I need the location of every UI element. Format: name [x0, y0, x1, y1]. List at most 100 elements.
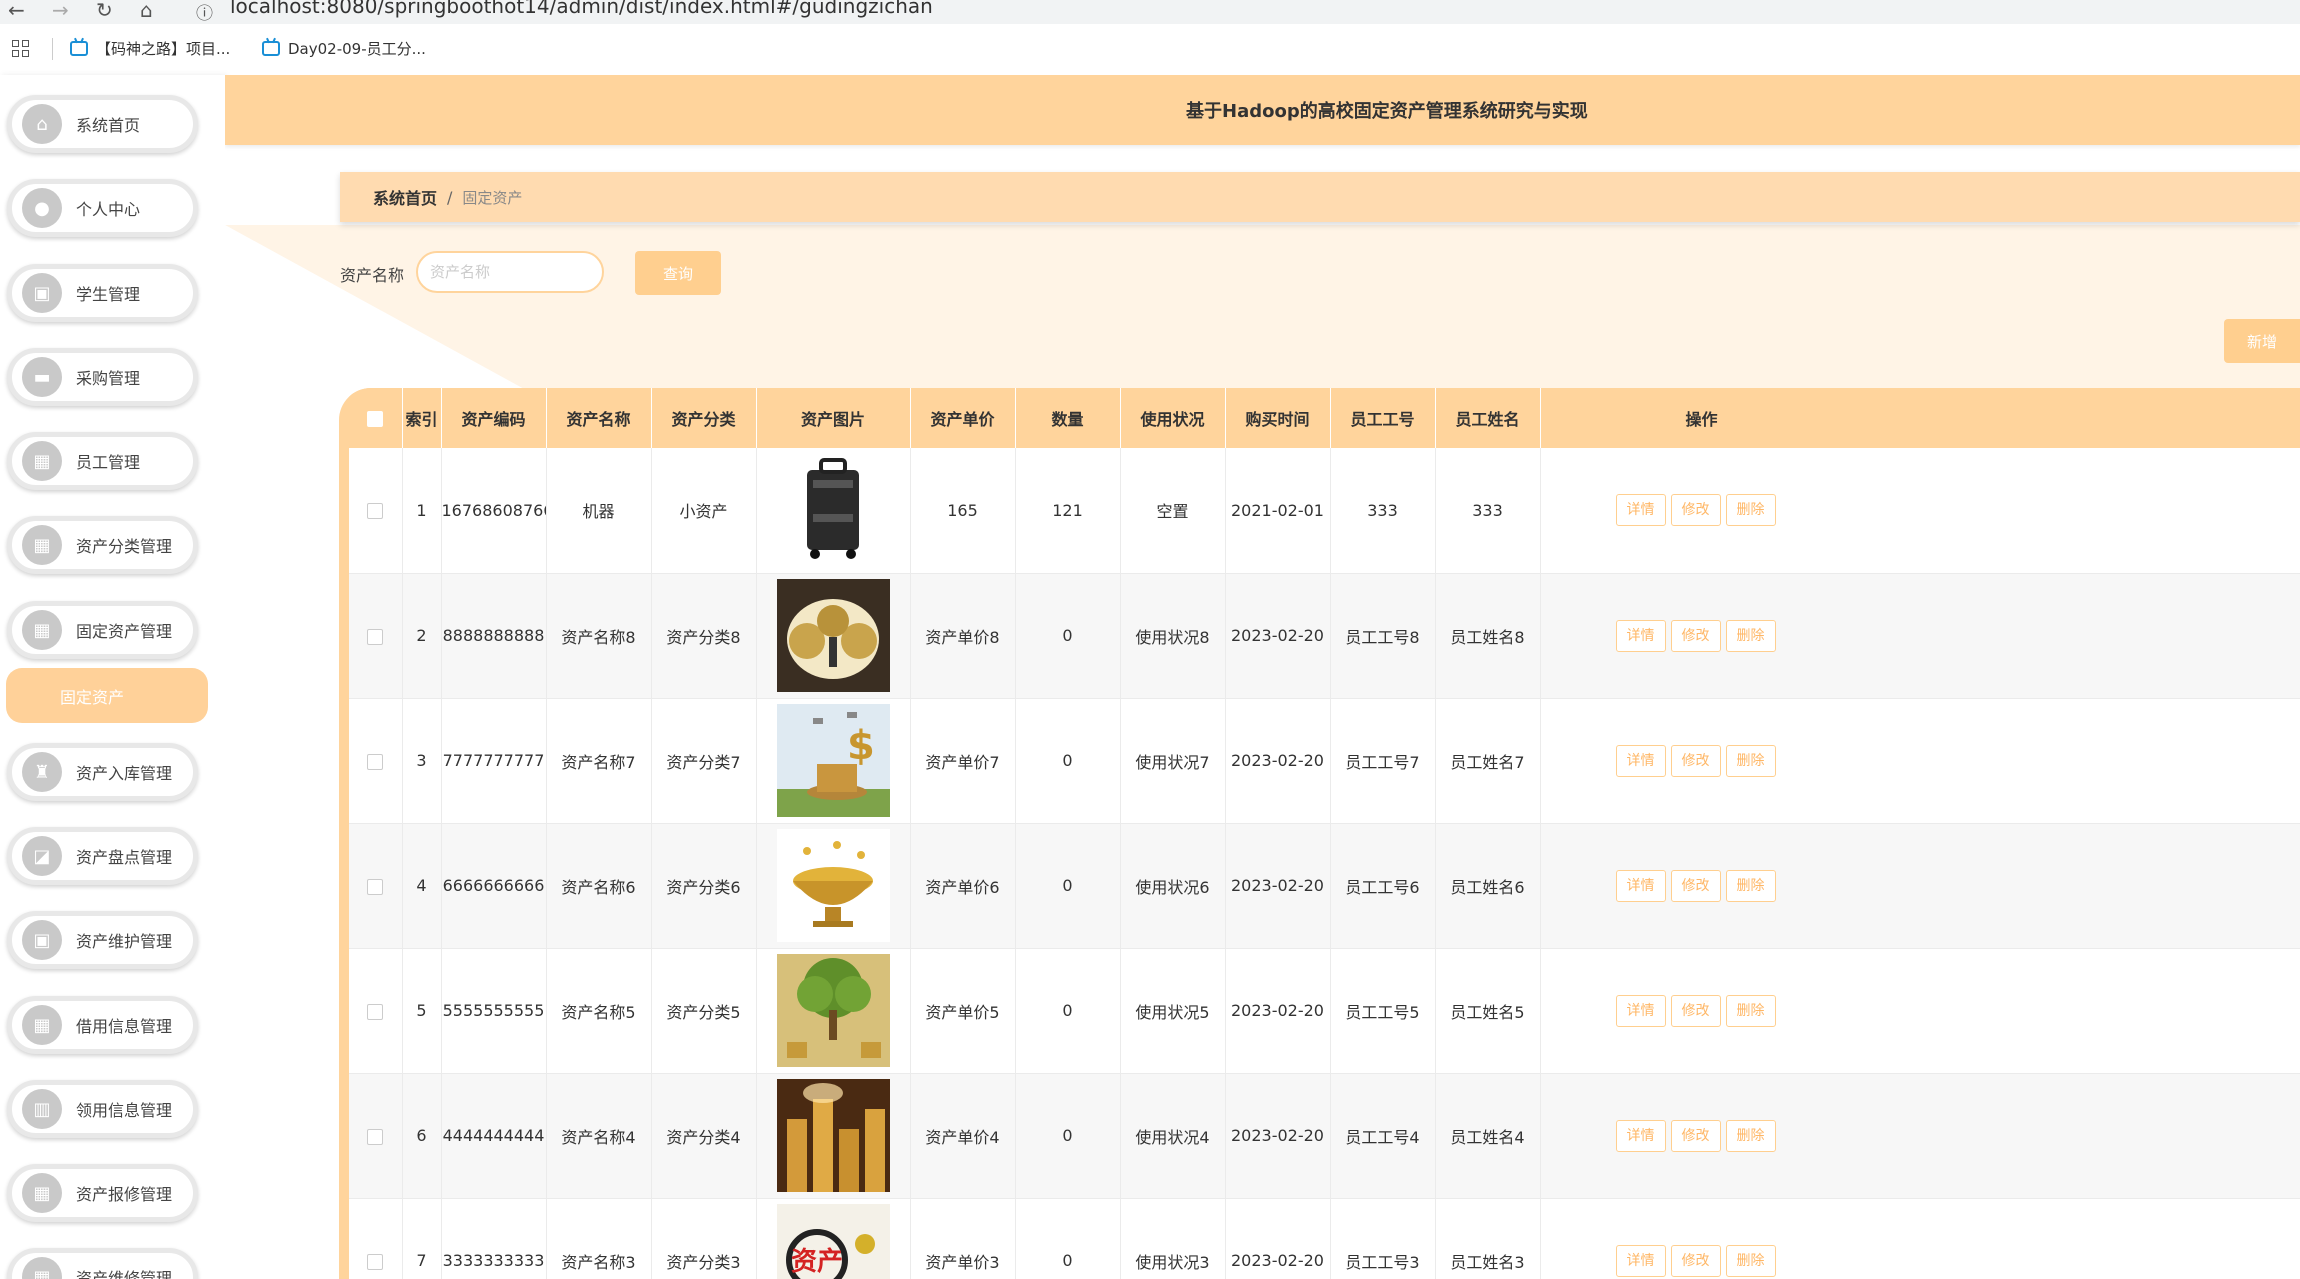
table-row: 7 3333333333 资产名称3 资产分类3 资产 资产单价3 0 使用状况3 2023-0… — [349, 1198, 2300, 1279]
home-icon[interactable]: ⌂ — [140, 0, 153, 22]
delete-button[interactable]: 删除 — [1725, 1244, 1776, 1277]
edit-button[interactable]: 修改 — [1670, 869, 1721, 902]
cell-code: 8888888888 — [441, 573, 547, 699]
cell-empname: 333 — [1435, 448, 1541, 574]
row-select-cell[interactable] — [349, 1198, 403, 1279]
detail-button[interactable]: 详情 — [1615, 1244, 1666, 1277]
row-select-cell[interactable] — [349, 448, 403, 574]
sidebar-item-fixed-assets[interactable]: ▦ 固定资产管理 — [7, 601, 198, 659]
row-checkbox[interactable] — [367, 1003, 384, 1020]
row-checkbox[interactable] — [367, 878, 384, 895]
cell-price: 资产单价4 — [910, 1073, 1016, 1199]
row-checkbox[interactable] — [367, 753, 384, 770]
sidebar-item-borrow[interactable]: ▦ 借用信息管理 — [7, 996, 198, 1054]
sidebar-item-asset-inbound[interactable]: ♜ 资产入库管理 — [7, 743, 198, 801]
column-header: 资产分类 — [651, 388, 757, 448]
delete-button[interactable]: 删除 — [1725, 1119, 1776, 1152]
cell-empno: 员工工号4 — [1330, 1073, 1436, 1199]
row-checkbox[interactable] — [367, 1128, 384, 1145]
edit-button[interactable]: 修改 — [1670, 1244, 1721, 1277]
cell-idx: 1 — [402, 448, 442, 574]
bookmark-1[interactable]: 【码神之路】项目... — [70, 38, 230, 59]
sidebar-subitem-fixed-asset[interactable]: 固定资产 — [6, 668, 208, 723]
edit-button[interactable]: 修改 — [1670, 744, 1721, 777]
back-arrow-icon[interactable]: ← — [8, 0, 25, 22]
page-title: 基于Hadoop的高校固定资产管理系统研究与实现 — [1186, 101, 1588, 122]
cell-code: 5555555555 — [441, 948, 547, 1074]
forward-arrow-icon[interactable]: → — [52, 0, 69, 22]
row-checkbox[interactable] — [367, 628, 384, 645]
edit-button[interactable]: 修改 — [1670, 494, 1721, 527]
cell-qty: 0 — [1015, 573, 1121, 699]
sidebar-item-purchase[interactable]: ▬ 采购管理 — [7, 348, 198, 406]
cell-name: 资产名称3 — [546, 1198, 652, 1279]
row-checkbox[interactable] — [367, 1253, 384, 1270]
sidebar-item-repair-report[interactable]: ▦ 资产报修管理 — [7, 1164, 198, 1222]
row-actions-cell: 详情 修改 删除 — [1540, 1198, 2300, 1279]
site-info-icon[interactable]: ⓘ — [196, 0, 213, 24]
row-select-cell[interactable] — [349, 823, 403, 949]
breadcrumb-home[interactable]: 系统首页 — [373, 185, 437, 209]
row-select-cell[interactable] — [349, 1073, 403, 1199]
add-button[interactable]: 新增 — [2224, 319, 2300, 363]
delete-button[interactable]: 删除 — [1725, 994, 1776, 1027]
cell-price: 资产单价7 — [910, 698, 1016, 824]
detail-button[interactable]: 详情 — [1615, 869, 1666, 902]
reload-icon[interactable]: ↻ — [96, 0, 113, 22]
sidebar-item-asset-maintenance[interactable]: ▣ 资产维护管理 — [7, 911, 198, 969]
column-header: 数量 — [1015, 388, 1121, 448]
sidebar-subitem-label: 固定资产 — [59, 687, 124, 707]
asset-table: 索引 资产编码 资产名称 资产分类 资产图片 资产单价 数量 使用状况 购买时间… — [349, 388, 2300, 1279]
url-text[interactable]: localhost:8080/springboothot14/admin/dis… — [230, 0, 933, 18]
delete-button[interactable]: 删除 — [1725, 619, 1776, 652]
detail-button[interactable]: 详情 — [1615, 619, 1666, 652]
sidebar-item-asset-inventory[interactable]: ◪ 资产盘点管理 — [7, 827, 198, 885]
cell-qty: 0 — [1015, 698, 1121, 824]
cell-code: 3333333333 — [441, 1198, 547, 1279]
sidebar-item-receive[interactable]: ▥ 领用信息管理 — [7, 1080, 198, 1138]
sidebar-item-employees[interactable]: ▦ 员工管理 — [7, 432, 198, 490]
asset-image-cell — [756, 948, 911, 1074]
detail-button[interactable]: 详情 — [1615, 1119, 1666, 1152]
search-button[interactable]: 查询 — [635, 251, 721, 295]
bookmark-2[interactable]: Day02-09-员工分... — [262, 38, 426, 59]
apps-grid-icon[interactable] — [12, 40, 30, 58]
row-checkbox[interactable] — [367, 503, 384, 520]
trophy-icon: ♜ — [22, 752, 62, 792]
delete-button[interactable]: 删除 — [1725, 869, 1776, 902]
cell-idx: 5 — [402, 948, 442, 1074]
wallet-icon: ◪ — [22, 836, 62, 876]
edit-button[interactable]: 修改 — [1670, 1119, 1721, 1152]
edit-button[interactable]: 修改 — [1670, 994, 1721, 1027]
select-all-header[interactable] — [349, 388, 403, 448]
clipboard-icon: ▣ — [22, 920, 62, 960]
bookmark-2-label: Day02-09-员工分... — [288, 40, 426, 58]
row-actions-cell: 详情 修改 删除 — [1540, 823, 2300, 949]
sidebar-item-label: 资产盘点管理 — [76, 848, 173, 867]
row-select-cell[interactable] — [349, 948, 403, 1074]
edit-button[interactable]: 修改 — [1670, 619, 1721, 652]
detail-button[interactable]: 详情 — [1615, 494, 1666, 527]
select-all-checkbox[interactable] — [367, 411, 384, 427]
delete-button[interactable]: 删除 — [1725, 494, 1776, 527]
cell-empno: 333 — [1330, 448, 1436, 574]
cell-date: 2023-02-20 — [1225, 1073, 1331, 1199]
sidebar-item-asset-category[interactable]: ▦ 资产分类管理 — [7, 516, 198, 574]
sidebar-item-label: 资产分类管理 — [76, 537, 173, 556]
sidebar-item-students[interactable]: ▣ 学生管理 — [7, 264, 198, 322]
home-icon: ⌂ — [22, 104, 62, 144]
detail-button[interactable]: 详情 — [1615, 994, 1666, 1027]
sidebar-item-profile[interactable]: ● 个人中心 — [7, 179, 198, 237]
asset-image: 资产 — [776, 1204, 890, 1279]
row-select-cell[interactable] — [349, 573, 403, 699]
detail-button[interactable]: 详情 — [1615, 744, 1666, 777]
delete-button[interactable]: 删除 — [1725, 744, 1776, 777]
row-select-cell[interactable] — [349, 698, 403, 824]
search-input[interactable] — [416, 251, 604, 293]
cell-idx: 2 — [402, 573, 442, 699]
cell-price: 资产单价5 — [910, 948, 1016, 1074]
sidebar-item-repair[interactable]: ▦ 资产维修管理 — [7, 1248, 198, 1279]
asset-image — [776, 954, 890, 1067]
sidebar-item-home[interactable]: ⌂ 系统首页 — [7, 95, 198, 153]
briefcase-icon: ▬ — [22, 357, 62, 397]
